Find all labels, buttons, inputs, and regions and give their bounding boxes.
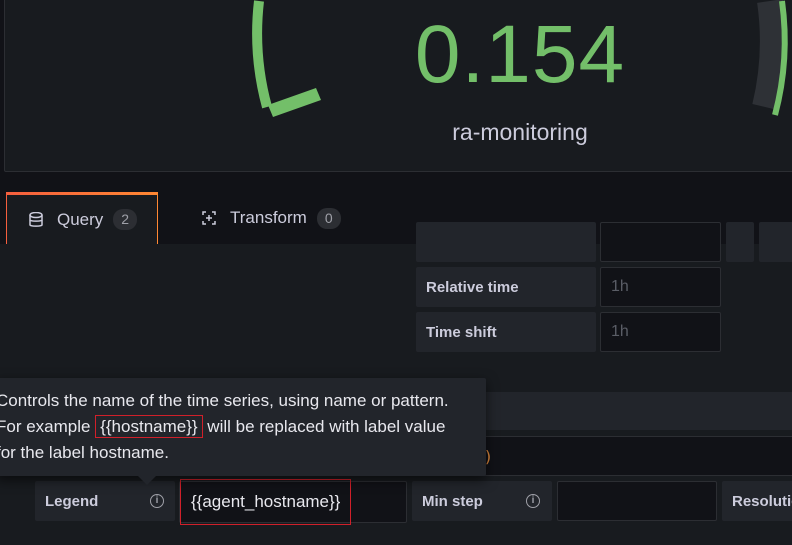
- tab-transform[interactable]: Transform 0: [196, 192, 366, 244]
- query-expression-input[interactable]: [5m]): [440, 436, 792, 476]
- min-step-input[interactable]: [557, 481, 717, 521]
- tab-transform-label: Transform: [230, 208, 307, 227]
- resolution-label: Resolutio: [722, 481, 792, 521]
- gauge-arc-track: [752, 0, 786, 111]
- min-step-info-icon[interactable]: i: [526, 494, 540, 508]
- min-step-label-text: Min step: [422, 492, 483, 510]
- interval-label-partial: [416, 222, 596, 262]
- option-partial-1: [726, 222, 754, 262]
- gauge-panel: 0.154 ra-monitoring: [4, 0, 792, 172]
- legend-label-text: Legend: [45, 492, 99, 510]
- tab-transform-count: 0: [316, 207, 341, 229]
- time-shift-label: Time shift: [416, 312, 596, 352]
- resolution-label-text: Resolutio: [732, 492, 792, 510]
- tab-query-count: 2: [113, 209, 138, 230]
- legend-value: {{agent_hostname}}: [180, 479, 352, 525]
- tooltip-line-2-pre: For example: [0, 417, 96, 436]
- tooltip-arrow: [138, 476, 156, 485]
- gauge-value: 0.154: [414, 9, 626, 100]
- relative-time-input[interactable]: 1h: [600, 267, 721, 307]
- interval-input-partial[interactable]: [600, 222, 721, 262]
- time-shift-input[interactable]: 1h: [600, 312, 721, 352]
- tooltip-line-2-post: will be replaced with label value: [202, 417, 446, 436]
- legend-tooltip: Controls the name of the time series, us…: [0, 378, 486, 485]
- tooltip-line-3: for the label hostname.: [0, 443, 169, 462]
- tooltip-highlight: {{hostname}}: [95, 415, 203, 438]
- gauge-arc-left: [252, 0, 272, 109]
- option-partial-2: [759, 222, 792, 262]
- tab-query[interactable]: Query 2: [6, 192, 158, 244]
- tooltip-line-1: Controls the name of the time series, us…: [0, 391, 449, 410]
- legend-info-icon[interactable]: i: [150, 494, 164, 508]
- database-icon: [27, 211, 45, 229]
- transform-icon: [200, 209, 218, 227]
- relative-time-label: Relative time: [416, 267, 596, 307]
- gauge-arc-fill: [268, 88, 321, 117]
- gauge-label: ra-monitoring: [452, 119, 588, 145]
- tooltip-line-2: For example {{hostname}} will be replace…: [0, 414, 486, 440]
- legend-input[interactable]: {{agent_hostname}}: [179, 479, 407, 525]
- query-header-bar: [440, 392, 792, 430]
- tab-query-label: Query: [57, 209, 104, 229]
